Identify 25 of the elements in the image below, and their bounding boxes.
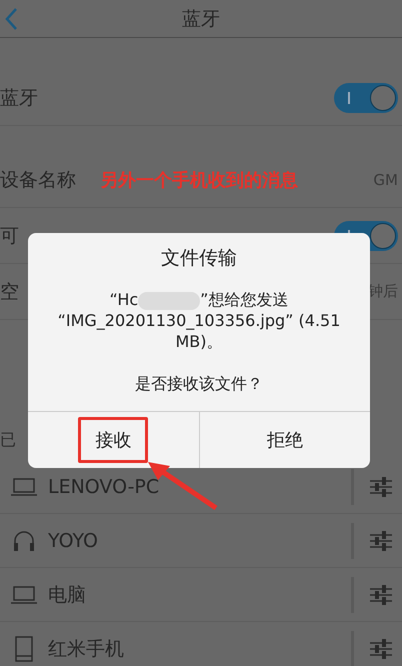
annotation-text: 另外一个手机收到的消息 bbox=[100, 169, 298, 192]
page-title: 蓝牙 bbox=[182, 6, 220, 32]
device-name[interactable]: LENOVO-PC bbox=[48, 476, 351, 498]
phone-icon bbox=[15, 636, 33, 662]
settings-icon[interactable] bbox=[370, 476, 392, 498]
setting-label: 蓝牙 bbox=[0, 86, 38, 110]
device-name[interactable]: 红米手机 bbox=[48, 636, 351, 662]
device-name[interactable]: 电脑 bbox=[48, 582, 351, 608]
setting-label: 设备名称 bbox=[0, 168, 76, 192]
laptop-icon bbox=[10, 476, 38, 496]
dialog-button[interactable]: 接收 bbox=[28, 412, 198, 468]
dialog-question: 是否接收该文件？ bbox=[135, 374, 263, 395]
settings-icon[interactable] bbox=[370, 584, 392, 606]
settings-icon[interactable] bbox=[370, 638, 392, 660]
laptop-icon bbox=[10, 584, 38, 604]
device-name[interactable]: YOYO bbox=[48, 530, 351, 552]
toggle-switch[interactable] bbox=[334, 82, 398, 112]
section-header: 已 bbox=[0, 430, 16, 450]
setting-label: 可 bbox=[0, 224, 19, 248]
settings-icon[interactable] bbox=[370, 530, 392, 552]
dialog-message: “Hc ”想给您发送 “IMG_20201130_103356.jpg” (4.51 MB)。 bbox=[56, 289, 342, 352]
dialog-button[interactable]: 拒绝 bbox=[198, 412, 370, 468]
dialog-title: 文件传输 bbox=[161, 246, 237, 271]
headphones-icon bbox=[12, 528, 36, 552]
setting-label: 空 bbox=[0, 280, 19, 304]
